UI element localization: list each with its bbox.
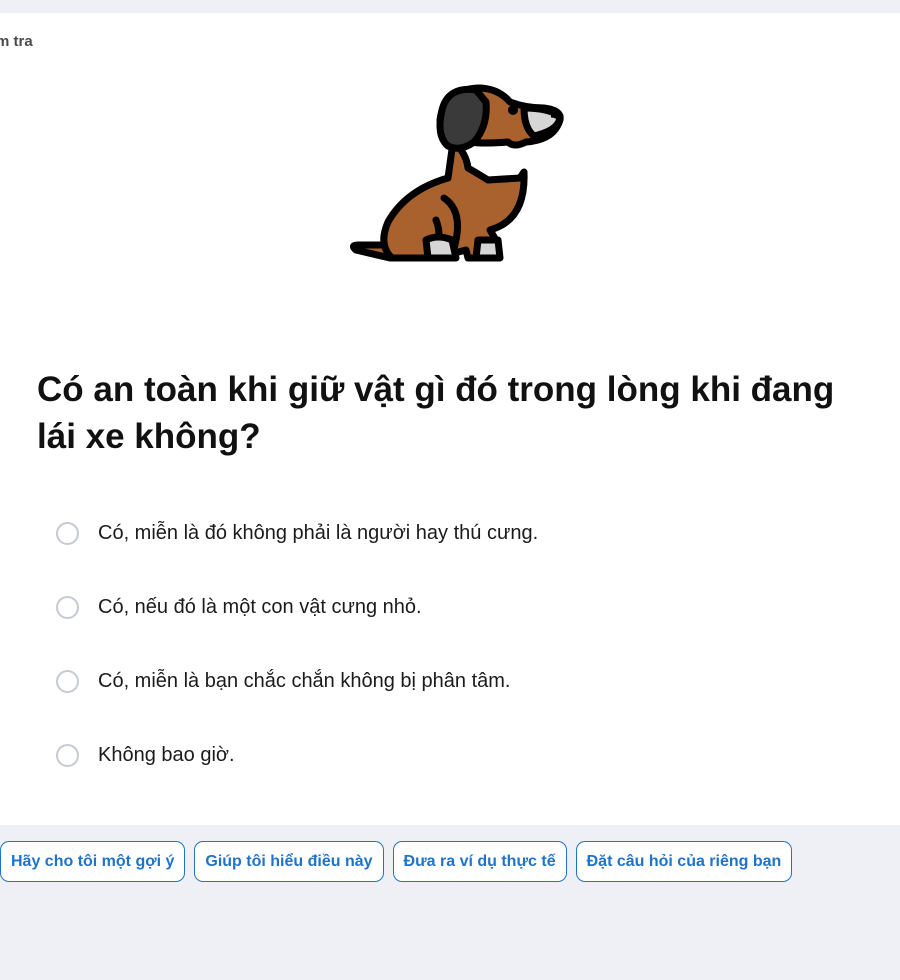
dog-illustration [348,80,570,272]
answer-option[interactable]: Có, miễn là đó không phải là người hay t… [56,515,538,552]
answer-option[interactable]: Có, nếu đó là một con vật cưng nhỏ. [56,589,538,626]
answer-option[interactable]: Không bao giờ. [56,737,538,774]
answer-options: Có, miễn là đó không phải là người hay t… [56,515,538,811]
answer-option-label: Không bao giờ. [98,744,235,766]
radio-button[interactable] [56,744,79,767]
ask-question-button[interactable]: Đặt câu hỏi của riêng bạn [575,841,793,882]
card-label: m tra [0,33,33,50]
answer-option-label: Có, miễn là đó không phải là người hay t… [98,522,539,544]
answer-option-label: Có, miễn là bạn chắc chắn không bị phân … [98,670,511,692]
hint-button[interactable]: Hãy cho tôi một gợi ý [0,841,186,882]
answer-option[interactable]: Có, miễn là bạn chắc chắn không bị phân … [56,663,538,700]
suggestion-chips: Hãy cho tôi một gợi ý Giúp tôi hiểu điều… [0,841,793,882]
example-button[interactable]: Đưa ra ví dụ thực tế [392,841,567,882]
question-text: Có an toàn khi giữ vật gì đó trong lòng … [37,370,835,456]
dog-icon [349,84,564,262]
explain-button[interactable]: Giúp tôi hiểu điều này [194,841,384,882]
radio-button[interactable] [56,670,79,693]
radio-button[interactable] [56,596,79,619]
radio-button[interactable] [56,522,79,545]
answer-option-label: Có, nếu đó là một con vật cưng nhỏ. [98,596,422,618]
